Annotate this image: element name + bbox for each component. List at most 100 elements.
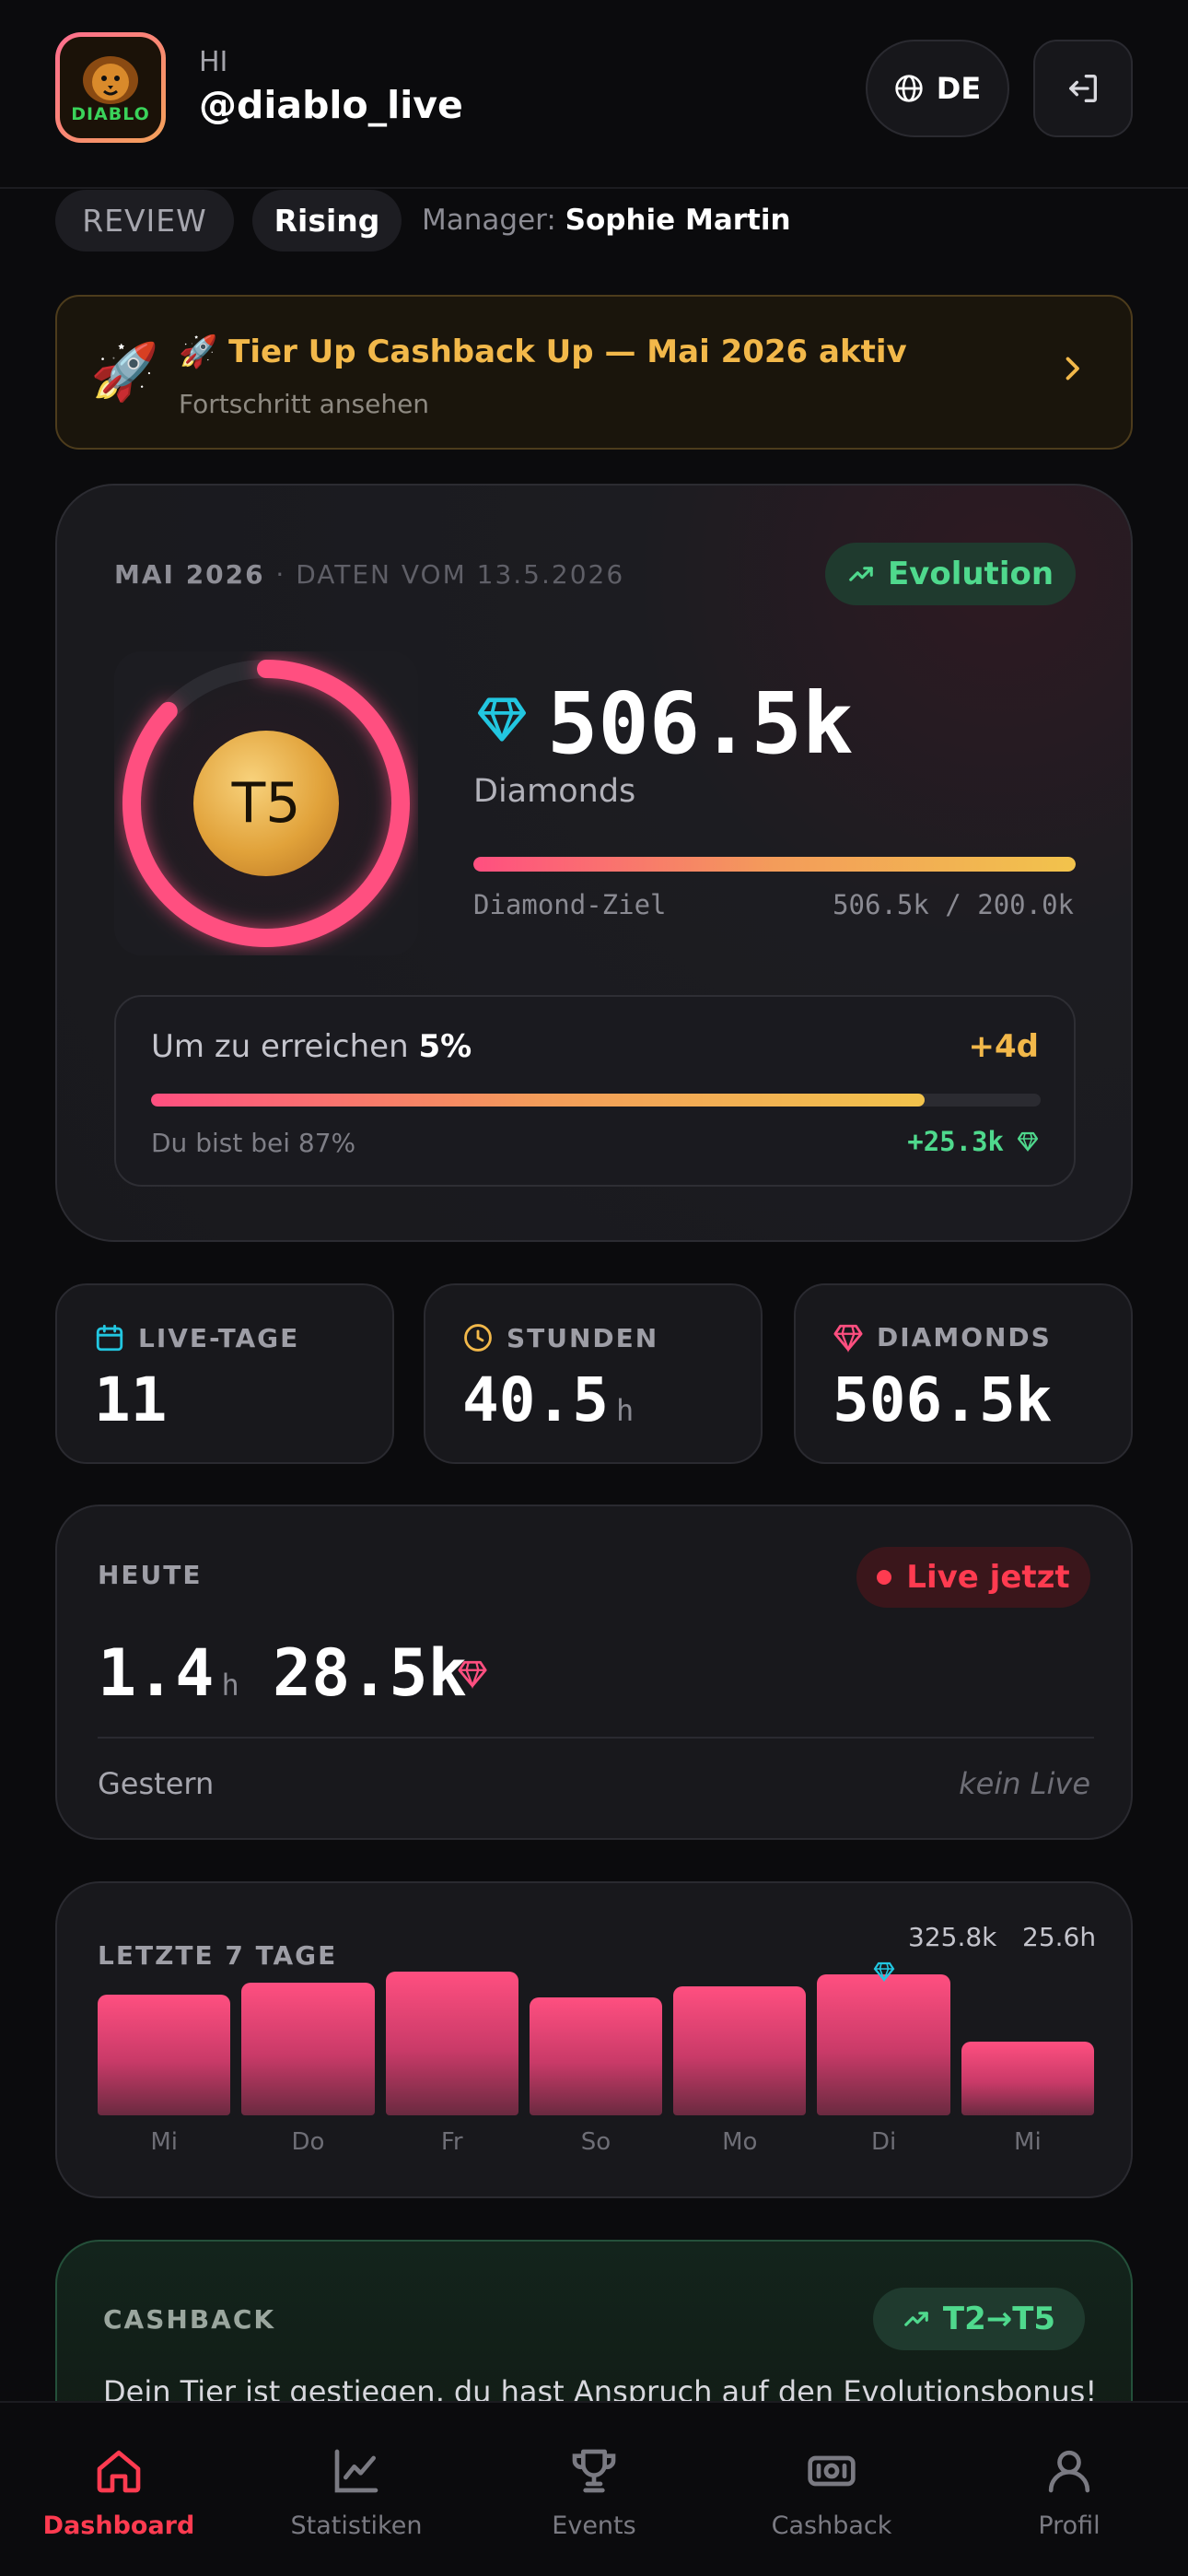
live-now-badge[interactable]: Live jetzt (856, 1547, 1090, 1608)
nav-label: Dashboard (42, 2512, 195, 2540)
week-bar[interactable] (817, 1974, 950, 2115)
stat-head: LIVE-TAGE (94, 1322, 299, 1353)
week-day-label: So (580, 2128, 611, 2156)
clock-icon (464, 1324, 492, 1352)
data-date: · DATEN VOM 13.5.2026 (275, 559, 625, 590)
reach-progress-bar (151, 1094, 1041, 1107)
tier-change-label: T2→T5 (942, 2301, 1056, 2337)
yesterday-label: Gestern (98, 1766, 215, 1801)
nav-events[interactable]: Events (475, 2403, 713, 2576)
stat-label: LIVE-TAGE (138, 1322, 300, 1353)
week-day-label: Mi (1014, 2128, 1042, 2156)
stat-value-number: 40.5 (462, 1364, 609, 1435)
nav-label: Profil (1038, 2512, 1101, 2540)
trending-up-icon (849, 567, 873, 581)
period-label: MAI 2026 · DATEN VOM 13.5.2026 (114, 559, 624, 590)
calendar-icon (96, 1324, 123, 1352)
diamonds-label: Diamonds (473, 773, 636, 810)
nav-label: Cashback (771, 2512, 892, 2540)
manager-label: Manager: (422, 204, 556, 237)
language-label: DE (936, 71, 982, 106)
week-bar[interactable] (673, 1985, 807, 2115)
bottom-nav: Dashboard Statistiken Events Cashback Pr… (0, 2401, 1188, 2576)
language-button[interactable]: DE (866, 40, 1009, 137)
user-icon (1048, 2450, 1090, 2493)
stat-card-diamonds: DIAMONDS 506.5k (794, 1283, 1133, 1464)
week-day-label: Do (291, 2128, 325, 2156)
trending-up-icon (904, 2312, 928, 2326)
diamonds-needed: +25.3k (907, 1126, 1039, 1157)
nav-cashback[interactable]: Cashback (713, 2403, 950, 2576)
week-bar[interactable] (385, 1972, 518, 2115)
stat-card-hours: STUNDEN 40.5 h (424, 1283, 763, 1464)
tier-up-banner[interactable]: 🚀 🚀 Tier Up Cashback Up — Mai 2026 aktiv… (55, 295, 1133, 450)
tier-summary-card: MAI 2026 · DATEN VOM 13.5.2026 Evolution… (55, 484, 1133, 1242)
username: @diablo_live (199, 83, 463, 127)
week-day-label: Di (870, 2128, 897, 2156)
week-bar[interactable] (961, 2042, 1094, 2115)
stat-unit: h (615, 1393, 635, 1428)
today-hours-value: 1.4 (98, 1635, 215, 1711)
cashback-title: CASHBACK (103, 2304, 276, 2335)
logout-button[interactable] (1033, 40, 1133, 137)
stat-value: 11 (94, 1364, 167, 1435)
banner-title: 🚀 Tier Up Cashback Up — Mai 2026 aktiv (179, 334, 907, 370)
reach-percent: 5% (418, 1028, 472, 1065)
nav-dashboard[interactable]: Dashboard (0, 2403, 238, 2576)
reach-prefix: Um zu erreichen (151, 1028, 409, 1065)
nav-label: Statistiken (290, 2512, 423, 2540)
banner-subtitle: Fortschritt ansehen (179, 389, 430, 419)
logout-icon (1069, 75, 1097, 103)
diamond-goal-label: Diamond-Ziel (473, 889, 667, 920)
manager-name: Sophie Martin (565, 204, 791, 237)
current-percent: Du bist bei 87% (151, 1128, 356, 1158)
trophy-icon (572, 2449, 616, 2493)
stat-value-number: 11 (94, 1364, 168, 1435)
period-month: MAI 2026 (114, 559, 265, 590)
stat-label: DIAMONDS (877, 1322, 1052, 1352)
week-bar[interactable] (529, 1997, 663, 2115)
today-card: HEUTE Live jetzt 1.4 h 28.5k Gestern kein… (55, 1505, 1133, 1840)
diamond-goal-bar (473, 857, 1076, 872)
stat-value: 40.5 h (462, 1364, 634, 1435)
rocket-icon: 🚀 (90, 340, 159, 404)
week-day-label: Mi (150, 2128, 178, 2156)
diamonds-needed-value: +25.3k (907, 1126, 1004, 1157)
greeting: HI (199, 46, 228, 78)
diamond-goal-value: 506.5k / 200.0k (833, 889, 1074, 920)
week-day-label: Mo (722, 2128, 758, 2156)
rising-chip[interactable]: Rising (252, 190, 402, 252)
last-7-days-card: LETZTE 7 TAGE 325.8k 25.6h Mi Do Fr So Mo Di M… (55, 1881, 1133, 2198)
yesterday-value: kein Live (959, 1766, 1090, 1801)
next-tier-box: Um zu erreichen 5% +4d Du bist bei 87% +… (114, 995, 1076, 1187)
chevron-right-icon (1066, 357, 1079, 381)
diamond-icon (833, 1324, 863, 1352)
stat-value: 506.5k (833, 1364, 1052, 1435)
diamond-icon (458, 1660, 487, 1689)
nav-statistics[interactable]: Statistiken (238, 2403, 475, 2576)
today-hours: 1.4 h (98, 1635, 239, 1711)
week-bar[interactable] (241, 1983, 375, 2115)
tier-progress-ring: T5 (114, 651, 418, 955)
today-hours-unit: h (221, 1668, 239, 1703)
app-header: DIABLO HI @diablo_live DE (0, 0, 1188, 189)
diamond-goal-fill (473, 857, 1076, 872)
divider (98, 1737, 1094, 1739)
reach-progress-fill (151, 1094, 926, 1107)
today-title: HEUTE (98, 1560, 203, 1590)
review-chip[interactable]: REVIEW (55, 190, 234, 252)
today-diamonds: 28.5k (273, 1635, 467, 1711)
cash-icon (808, 2455, 856, 2487)
diamond-icon (478, 697, 526, 742)
avatar[interactable]: DIABLO (55, 32, 166, 143)
diamonds-total: 506.5k (547, 674, 854, 773)
stat-label: STUNDEN (507, 1322, 659, 1353)
stat-value-number: 506.5k (833, 1364, 1053, 1435)
chart-icon (334, 2449, 379, 2493)
week-day-label: Fr (440, 2128, 463, 2156)
week-bar[interactable] (98, 1994, 231, 2115)
stat-head: DIAMONDS (833, 1322, 1052, 1352)
avatar-text: DIABLO (71, 104, 150, 124)
evolution-badge[interactable]: Evolution (825, 543, 1076, 605)
nav-profile[interactable]: Profil (950, 2403, 1188, 2576)
